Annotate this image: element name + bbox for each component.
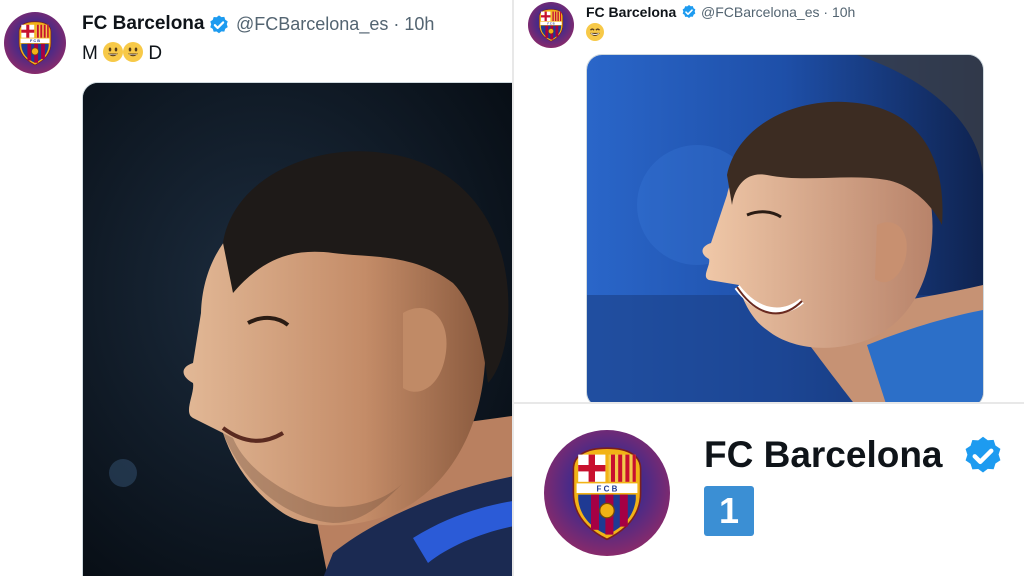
profile-zoom: FC Barcelona 1 [514, 404, 1024, 576]
text-start: M [82, 43, 98, 64]
avatar[interactable] [4, 12, 66, 74]
account-name[interactable]: FC Barcelona [586, 4, 676, 20]
photo-man-profile [587, 55, 983, 402]
photo-man-profile [83, 83, 512, 576]
fcb-crest-icon [567, 445, 647, 541]
timestamp[interactable]: 10h [404, 14, 434, 34]
account-name[interactable]: FC Barcelona [82, 13, 204, 35]
handle[interactable]: @FCBarcelona_es [701, 4, 820, 20]
tweet-text [586, 23, 604, 43]
avatar[interactable] [528, 2, 574, 48]
grinning-face-emoji-icon [103, 42, 124, 62]
text-end: D [148, 43, 163, 64]
avatar[interactable] [544, 430, 670, 556]
meta-separator: · [823, 4, 829, 20]
tweet-image[interactable] [82, 82, 512, 576]
badge-number: 1 [718, 490, 740, 531]
tweet-right: FC Barcelona @FCBarcelona_es · 10h [514, 0, 1024, 402]
verified-badge-icon [210, 15, 228, 34]
tweet-meta: @FCBarcelona_es · 10h [236, 14, 434, 35]
account-name[interactable]: FC Barcelona [704, 434, 943, 476]
beaming-face-emoji-icon [586, 23, 604, 41]
verified-badge-icon [682, 5, 696, 18]
handle[interactable]: @FCBarcelona_es [236, 14, 388, 34]
grinning-face-emoji-icon [123, 42, 144, 62]
tweet-image[interactable] [586, 54, 984, 402]
tweet-text: M D [82, 42, 162, 65]
verified-badge-icon [965, 436, 1001, 473]
fcb-crest-icon [16, 20, 54, 66]
fcb-crest-icon [537, 8, 565, 42]
meta-separator: · [393, 14, 400, 34]
tweet-left: FC Barcelona @FCBarcelona_es · 10h M D [0, 0, 512, 576]
keycap-digit-badge: 1 [704, 486, 754, 536]
timestamp[interactable]: 10h [832, 4, 855, 20]
tweet-meta: @FCBarcelona_es · 10h [701, 4, 855, 20]
